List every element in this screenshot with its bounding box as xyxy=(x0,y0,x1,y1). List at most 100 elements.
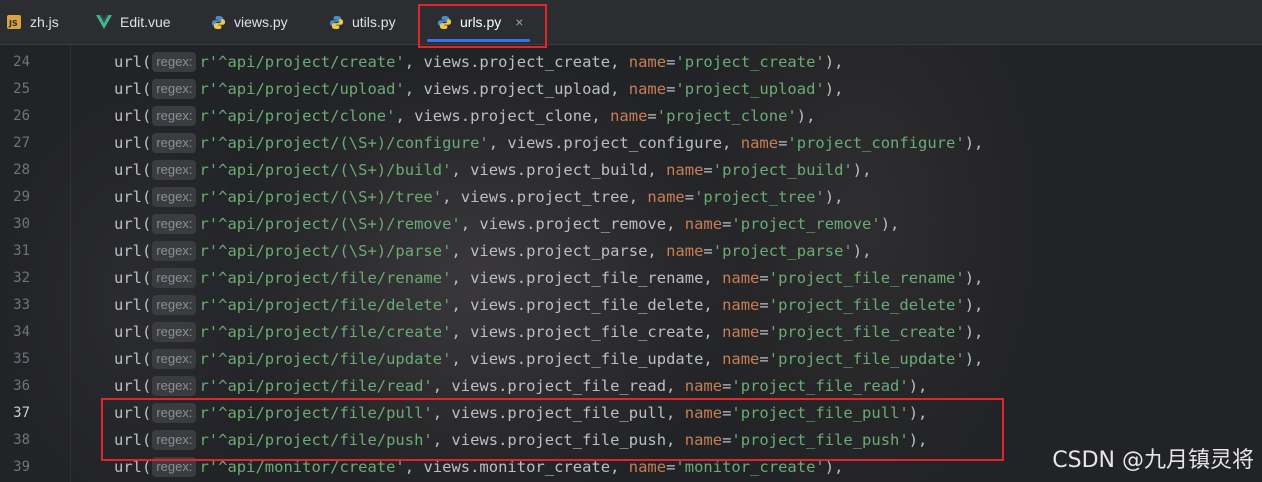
view-reference: , views.project_file_pull, xyxy=(432,403,685,422)
parameter-hint: regex: xyxy=(152,132,197,153)
equals-sign: = xyxy=(759,295,769,314)
code-line[interactable]: 24 url(regex: r'^api/project/create', view… xyxy=(0,48,1262,75)
regex-string: r'^api/project/upload' xyxy=(199,79,405,98)
equals-sign: = xyxy=(703,241,713,260)
line-number: 30 xyxy=(13,215,30,232)
python-file-icon xyxy=(328,14,344,30)
parameter-hint: regex: xyxy=(152,105,197,126)
line-end: ), xyxy=(824,457,844,476)
line-end: ), xyxy=(908,430,928,449)
code-content: url(regex: r'^api/project/file/push', vie… xyxy=(114,429,928,450)
regex-string: r'^api/project/file/delete' xyxy=(199,295,452,314)
regex-string: r'^api/project/create' xyxy=(199,52,405,71)
line-end: ), xyxy=(908,403,928,422)
keyword-arg: name xyxy=(684,403,723,422)
line-end: ), xyxy=(964,268,984,287)
name-string: 'project_remove' xyxy=(731,214,881,233)
name-string: 'project_parse' xyxy=(712,241,853,260)
code-content: url(regex: r'^api/project/create', views.… xyxy=(114,51,843,72)
view-reference: , views.project_upload, xyxy=(404,79,629,98)
python-file-icon xyxy=(210,14,226,30)
function-call: url( xyxy=(114,133,152,152)
code-content: url(regex: r'^api/project/file/pull', vie… xyxy=(114,402,928,423)
keyword-arg: name xyxy=(684,430,723,449)
tab-urls-py[interactable]: urls.py × xyxy=(436,0,523,44)
keyword-arg: name xyxy=(684,214,723,233)
code-content: url(regex: r'^api/project/(\S+)/remove', … xyxy=(114,213,899,234)
line-number: 38 xyxy=(13,431,30,448)
name-string: 'project_clone' xyxy=(656,106,797,125)
parameter-hint: regex: xyxy=(152,456,197,477)
keyword-arg: name xyxy=(722,349,760,368)
line-number: 39 xyxy=(13,458,30,475)
view-reference: , views.project_file_create, xyxy=(451,322,723,341)
keyword-arg: name xyxy=(722,268,760,287)
line-end: ), xyxy=(964,133,984,152)
equals-sign: = xyxy=(666,79,676,98)
close-icon[interactable]: × xyxy=(515,14,523,30)
equals-sign: = xyxy=(759,322,769,341)
function-call: url( xyxy=(114,376,152,395)
regex-string: r'^api/project/(\S+)/tree' xyxy=(199,187,443,206)
code-line[interactable]: 35 url(regex: r'^api/project/file/update',… xyxy=(0,345,1262,372)
tab-utils-py[interactable]: utils.py xyxy=(328,0,396,44)
regex-string: r'^api/project/clone' xyxy=(199,106,396,125)
code-content: url(regex: r'^api/project/(\S+)/build', v… xyxy=(114,159,872,180)
tab-label: zh.js xyxy=(30,14,59,30)
regex-string: r'^api/project/file/pull' xyxy=(199,403,433,422)
line-end: ), xyxy=(964,295,984,314)
code-line[interactable]: 36 url(regex: r'^api/project/file/read', v… xyxy=(0,372,1262,399)
tab-views-py[interactable]: views.py xyxy=(210,0,288,44)
name-string: 'project_file_rename' xyxy=(768,268,965,287)
regex-string: r'^api/project/file/update' xyxy=(199,349,452,368)
code-line[interactable]: 32 url(regex: r'^api/project/file/rename',… xyxy=(0,264,1262,291)
name-string: 'project_file_push' xyxy=(731,430,909,449)
keyword-arg: name xyxy=(628,79,667,98)
tab-edit-vue[interactable]: Edit.vue xyxy=(96,0,171,44)
line-end: ), xyxy=(852,160,872,179)
line-number: 34 xyxy=(13,323,30,340)
keyword-arg: name xyxy=(610,106,648,125)
name-string: 'project_file_delete' xyxy=(768,295,965,314)
line-number: 36 xyxy=(13,377,30,394)
function-call: url( xyxy=(114,322,152,341)
equals-sign: = xyxy=(722,376,732,395)
code-line[interactable]: 27 url(regex: r'^api/project/(\S+)/configu… xyxy=(0,129,1262,156)
line-number: 37 xyxy=(13,404,30,421)
equals-sign: = xyxy=(703,160,713,179)
keyword-arg: name xyxy=(628,52,667,71)
function-call: url( xyxy=(114,160,152,179)
regex-string: r'^api/project/(\S+)/parse' xyxy=(199,241,452,260)
code-content: url(regex: r'^api/project/file/rename', v… xyxy=(114,267,984,288)
line-number: 26 xyxy=(13,107,30,124)
regex-string: r'^api/project/(\S+)/build' xyxy=(199,160,452,179)
code-line[interactable]: 33 url(regex: r'^api/project/file/delete',… xyxy=(0,291,1262,318)
code-content: url(regex: r'^api/project/file/create', v… xyxy=(114,321,983,342)
code-line[interactable]: 25 url(regex: r'^api/project/upload', view… xyxy=(0,75,1262,102)
tab-zh-js[interactable]: JS zh.js xyxy=(6,0,59,44)
name-string: 'project_upload' xyxy=(675,79,825,98)
parameter-hint: regex: xyxy=(152,429,197,450)
function-call: url( xyxy=(114,187,152,206)
code-line[interactable]: 30 url(regex: r'^api/project/(\S+)/remove'… xyxy=(0,210,1262,237)
line-end: ), xyxy=(824,79,844,98)
code-line[interactable]: 31 url(regex: r'^api/project/(\S+)/parse',… xyxy=(0,237,1262,264)
code-line[interactable]: 26 url(regex: r'^api/project/clone', views… xyxy=(0,102,1262,129)
code-content: url(regex: r'^api/project/upload', views.… xyxy=(114,78,844,99)
keyword-arg: name xyxy=(740,133,779,152)
code-line[interactable]: 28 url(regex: r'^api/project/(\S+)/build',… xyxy=(0,156,1262,183)
code-content: url(regex: r'^api/project/file/read', vie… xyxy=(114,375,927,396)
function-call: url( xyxy=(114,79,152,98)
parameter-hint: regex: xyxy=(152,213,197,234)
view-reference: , views.project_create, xyxy=(404,52,629,71)
code-line[interactable]: 37 url(regex: r'^api/project/file/pull', v… xyxy=(0,399,1262,426)
code-line[interactable]: 34 url(regex: r'^api/project/file/create',… xyxy=(0,318,1262,345)
view-reference: , views.monitor_create, xyxy=(404,457,629,476)
code-line[interactable]: 29 url(regex: r'^api/project/(\S+)/tree', … xyxy=(0,183,1262,210)
code-content: url(regex: r'^api/project/(\S+)/parse', v… xyxy=(114,240,871,261)
function-call: url( xyxy=(114,349,152,368)
name-string: 'project_create' xyxy=(675,52,825,71)
parameter-hint: regex: xyxy=(152,240,197,261)
name-string: 'monitor_create' xyxy=(675,457,825,476)
line-end: ), xyxy=(964,349,984,368)
